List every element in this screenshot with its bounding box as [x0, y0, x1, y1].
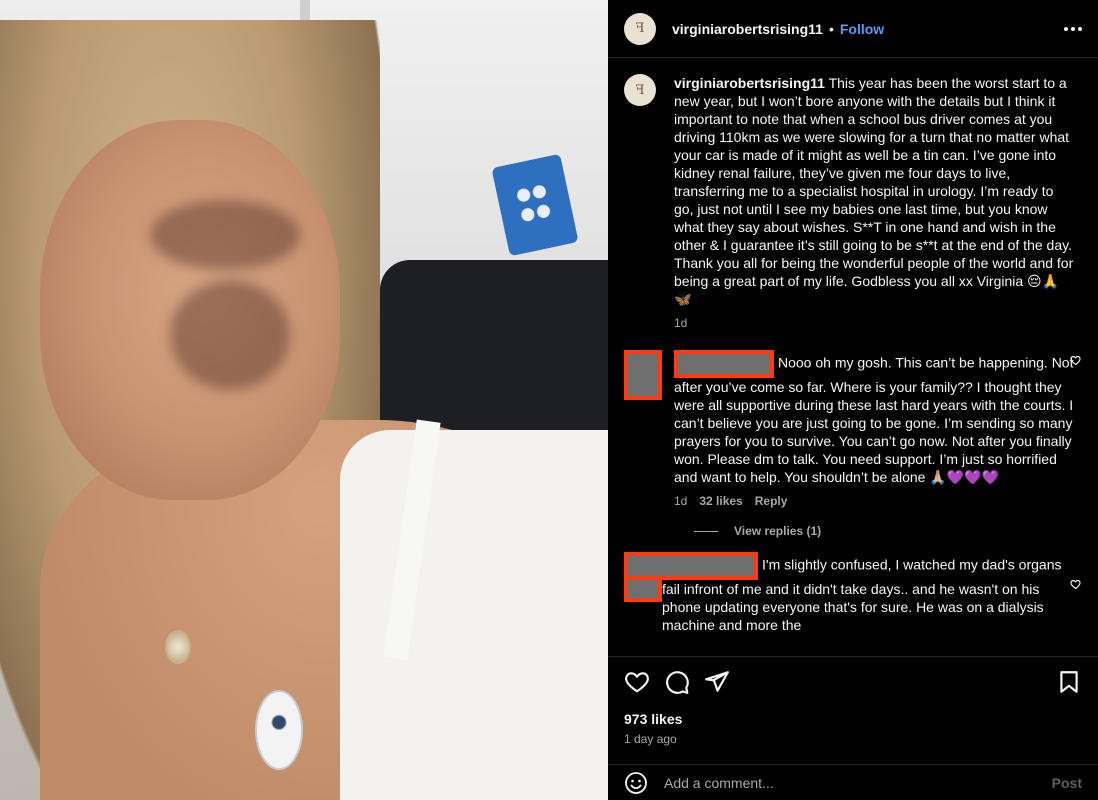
header-separator: •	[828, 20, 834, 37]
view-replies-button[interactable]: View replies (1)	[694, 524, 1082, 538]
comment-age[interactable]: 1d	[674, 492, 687, 510]
emoji-picker-icon[interactable]	[624, 771, 648, 795]
add-comment-input[interactable]	[664, 774, 1052, 791]
share-paper-plane-icon[interactable]	[704, 669, 730, 695]
comment-meta: 1d 32 likes Reply	[674, 492, 1074, 510]
caption-age[interactable]: 1d	[674, 314, 687, 332]
caption-meta: 1d	[674, 314, 1074, 332]
comment: Nooo oh my gosh. This can’t be happening…	[624, 350, 1082, 510]
comment-body: Nooo oh my gosh. This can’t be happening…	[674, 350, 1074, 510]
post-timestamp: 1 day ago	[624, 732, 677, 746]
post-photo[interactable]	[0, 0, 608, 800]
post-sidebar: ꟻ virginiarobertsrising11 • Follow ꟻ vir…	[608, 0, 1098, 800]
redacted-avatar	[624, 350, 662, 400]
post-header: ꟻ virginiarobertsrising11 • Follow	[608, 0, 1098, 58]
caption-body: virginiarobertsrising11 This year has be…	[674, 74, 1074, 332]
like-comment-heart-icon[interactable]	[1070, 578, 1082, 590]
likes-count[interactable]: 973 likes	[624, 711, 1082, 727]
action-bar: 973 likes 1 day ago	[608, 656, 1098, 746]
comment-likes[interactable]: 32 likes	[699, 492, 742, 510]
reply-button[interactable]: Reply	[755, 492, 788, 510]
comment: I'm slightly confused, I watched my dad'…	[624, 552, 1082, 634]
photo-bruise-cheek	[170, 280, 290, 390]
author-username[interactable]: virginiarobertsrising11	[672, 21, 823, 37]
photo-white-top	[340, 430, 608, 800]
photo-pendant	[165, 630, 191, 664]
caption-avatar[interactable]: ꟻ	[624, 74, 656, 106]
post-comment-button[interactable]: Post	[1052, 775, 1082, 791]
caption-text: This year has been the worst start to a …	[674, 75, 1074, 307]
comments-list[interactable]: ꟻ virginiarobertsrising11 This year has …	[608, 58, 1098, 654]
like-heart-icon[interactable]	[624, 669, 650, 695]
redacted-username	[674, 350, 774, 378]
author-avatar[interactable]: ꟻ	[624, 12, 656, 45]
view-replies-line	[694, 530, 718, 532]
more-options-icon[interactable]	[1064, 21, 1082, 37]
instagram-post: ꟻ virginiarobertsrising11 • Follow ꟻ vir…	[0, 0, 1098, 800]
follow-button[interactable]: Follow	[840, 21, 884, 37]
comment-body: I'm slightly confused, I watched my dad'…	[624, 552, 1074, 634]
view-replies-label: View replies (1)	[734, 524, 822, 538]
redacted-username	[624, 552, 758, 580]
photo-electrode	[255, 690, 303, 770]
like-comment-heart-icon[interactable]	[1070, 354, 1082, 366]
comment-bubble-icon[interactable]	[664, 669, 690, 695]
action-icons	[624, 669, 1082, 695]
save-bookmark-icon[interactable]	[1056, 669, 1082, 695]
caption-username[interactable]: virginiarobertsrising11	[674, 75, 825, 91]
caption: ꟻ virginiarobertsrising11 This year has …	[624, 74, 1082, 332]
add-comment-bar: Post	[608, 764, 1098, 800]
photo-bruise-brow	[150, 200, 300, 270]
